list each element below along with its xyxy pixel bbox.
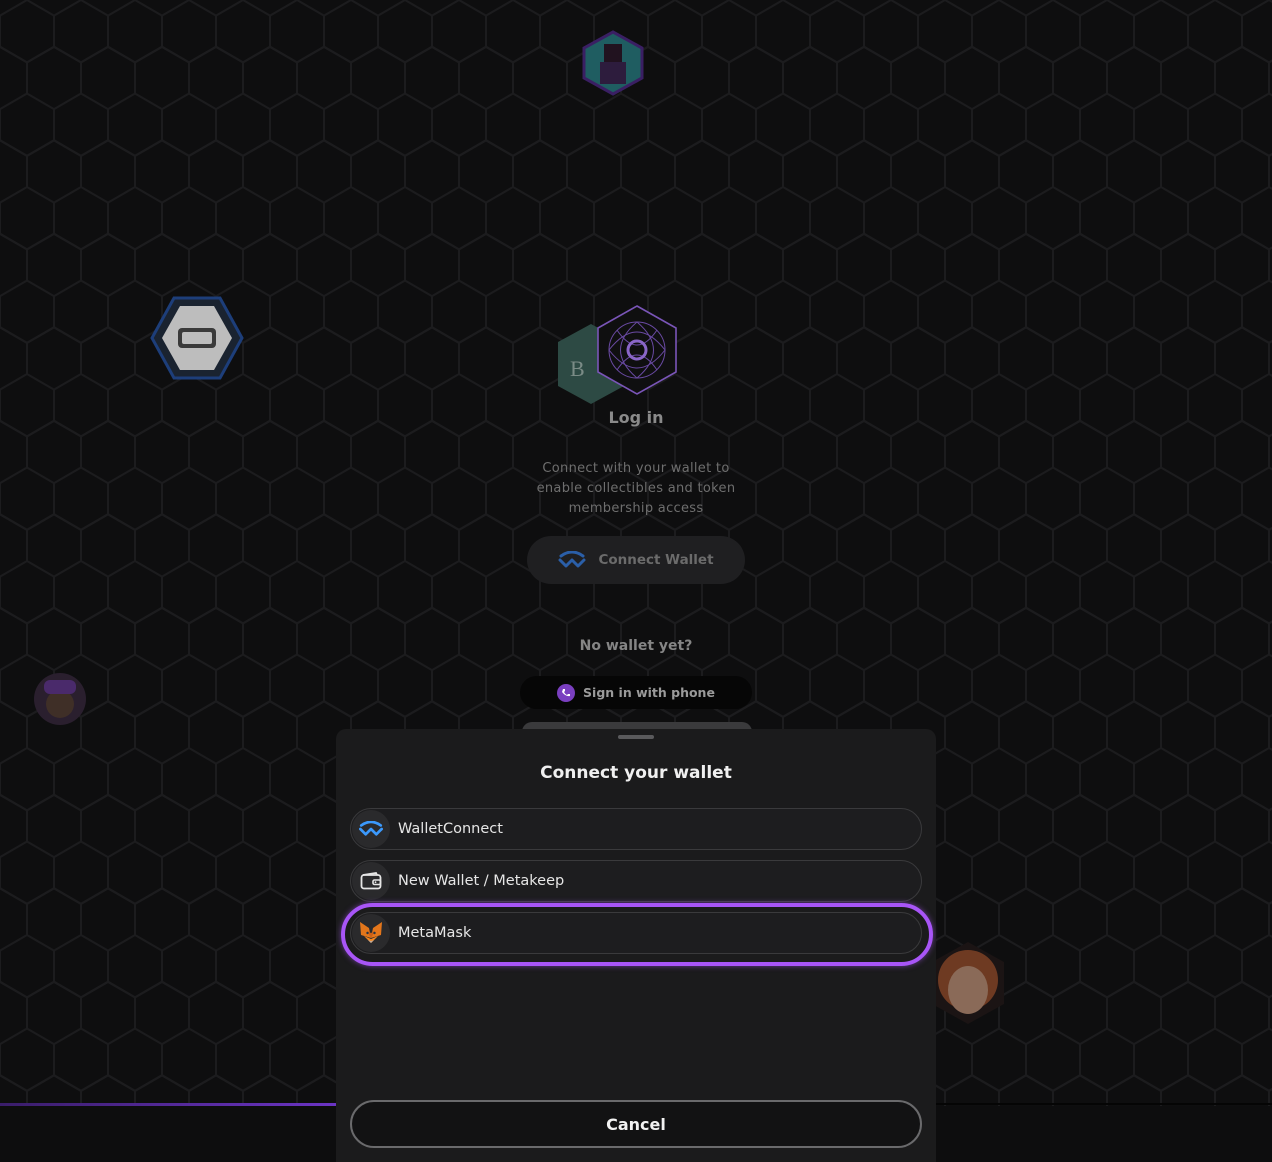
walletconnect-icon: [558, 551, 586, 568]
connect-wallet-button[interactable]: Connect Wallet: [527, 536, 745, 584]
svg-text:B: B: [570, 356, 585, 381]
wallet-option-label: New Wallet / Metakeep: [398, 873, 565, 889]
wallet-icon: [352, 862, 390, 900]
no-wallet-text: No wallet yet?: [579, 638, 693, 654]
cancel-button[interactable]: Cancel: [350, 1100, 922, 1148]
wallet-option-walletconnect[interactable]: WalletConnect: [350, 808, 922, 850]
connect-wallet-modal: Connect your wallet WalletConnect New Wa…: [336, 729, 936, 1162]
wallet-option-new-wallet[interactable]: New Wallet / Metakeep: [350, 860, 922, 902]
collectible-avatar-right: [932, 942, 1004, 1024]
login-title: Log in: [608, 408, 664, 427]
divider: [936, 1103, 1272, 1105]
collectible-avatar-left: [34, 673, 86, 725]
collectible-avatar-badge: [150, 296, 244, 380]
sign-in-with-phone-button[interactable]: Sign in with phone: [520, 676, 752, 709]
collectible-avatar-top: [582, 30, 644, 96]
phone-signin-label: Sign in with phone: [583, 685, 715, 700]
highlight-outline: [341, 903, 933, 966]
drag-handle[interactable]: [618, 735, 654, 739]
login-description: Connect with your wallet to enable colle…: [536, 461, 736, 516]
connect-wallet-label: Connect Wallet: [598, 552, 714, 568]
wallet-option-label: WalletConnect: [398, 821, 503, 837]
modal-title: Connect your wallet: [540, 763, 732, 783]
app-logo-icon: [597, 305, 677, 395]
walletconnect-icon: [352, 810, 390, 848]
phone-icon: [557, 683, 576, 702]
